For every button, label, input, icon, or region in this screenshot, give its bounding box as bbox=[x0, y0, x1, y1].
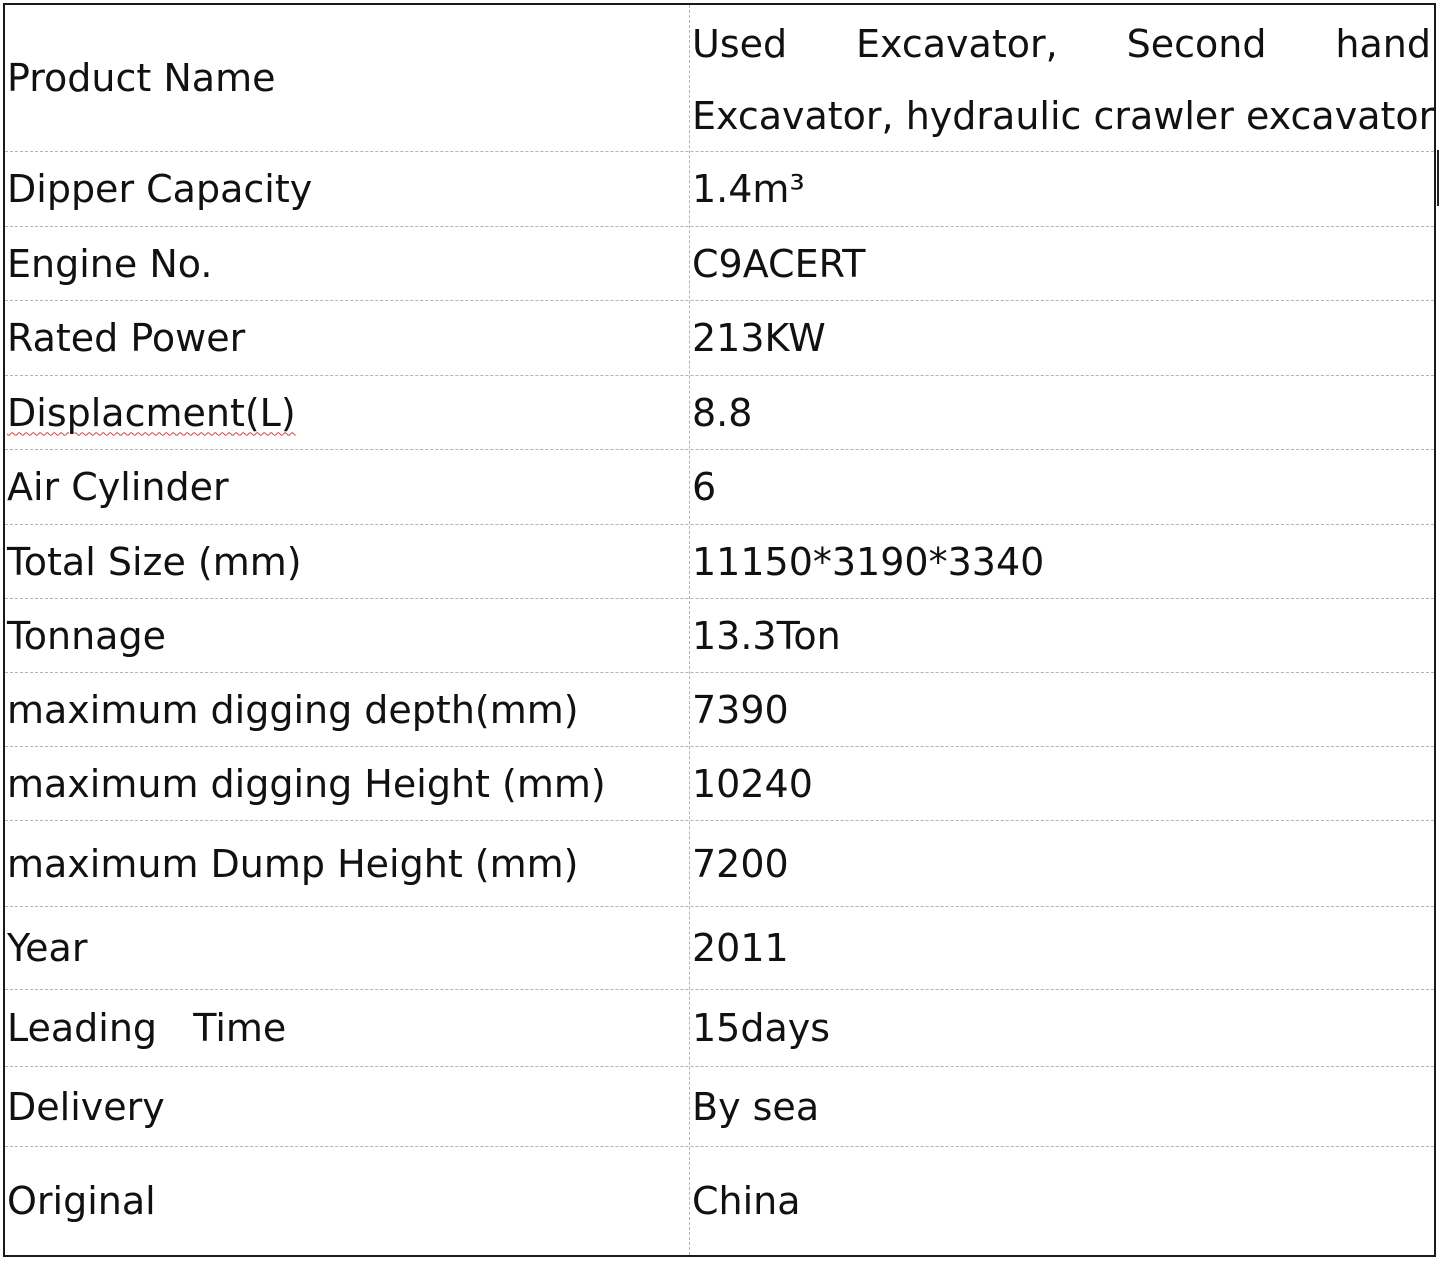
table-row: Engine No. C9ACERT bbox=[5, 227, 1434, 301]
table-row: Displacment(L) 8.8 bbox=[5, 376, 1434, 450]
row-value: 1.4m³ bbox=[692, 167, 805, 211]
row-value: 7390 bbox=[692, 687, 789, 732]
row-label: Delivery bbox=[7, 1084, 165, 1129]
row-label: Original bbox=[7, 1179, 156, 1223]
row-value: 2011 bbox=[692, 926, 789, 970]
table-row-product-name: Product Name Used Excavator, Second hand… bbox=[5, 5, 1434, 152]
row-label: Rated Power bbox=[7, 316, 246, 360]
row-value: China bbox=[692, 1179, 801, 1223]
row-value: By sea bbox=[692, 1084, 820, 1129]
table-row: Total Size (mm) 11150*3190*3340 bbox=[5, 525, 1434, 599]
row-label: Dipper Capacity bbox=[7, 167, 313, 211]
table-row: Delivery By sea bbox=[5, 1067, 1434, 1147]
table-row: Rated Power 213KW bbox=[5, 301, 1434, 376]
product-name-line-1: Used Excavator, Second hand bbox=[692, 21, 1431, 66]
row-label: maximum digging depth(mm) bbox=[7, 687, 579, 732]
table-row: Original China bbox=[5, 1147, 1434, 1255]
row-label: Leading Time bbox=[7, 1006, 287, 1050]
row-value: 11150*3190*3340 bbox=[692, 539, 1045, 584]
row-label: Air Cylinder bbox=[7, 465, 229, 509]
table-row: Year 2011 bbox=[5, 907, 1434, 990]
table-row: maximum digging Height (mm) 10240 bbox=[5, 747, 1434, 821]
table-row: Leading Time 15days bbox=[5, 990, 1434, 1067]
table-row: Air Cylinder 6 bbox=[5, 450, 1434, 525]
row-value: 13.3Ton bbox=[692, 613, 841, 658]
row-label: Engine No. bbox=[7, 241, 213, 286]
row-value: 15days bbox=[692, 1006, 831, 1050]
row-value: 8.8 bbox=[692, 390, 753, 435]
row-label: Year bbox=[7, 926, 88, 970]
row-value: 213KW bbox=[692, 316, 826, 360]
row-value: 6 bbox=[692, 465, 717, 509]
spec-table: Product Name Used Excavator, Second hand… bbox=[3, 3, 1436, 1257]
row-value: 7200 bbox=[692, 841, 789, 886]
row-label: maximum digging Height (mm) bbox=[7, 761, 606, 806]
row-label: maximum Dump Height (mm) bbox=[7, 841, 579, 886]
row-value: C9ACERT bbox=[692, 241, 866, 286]
text-cursor-mark bbox=[1437, 150, 1439, 206]
row-value: Used Excavator, Second hand Excavator, h… bbox=[691, 5, 1434, 151]
spellcheck-underlined-text: Displacment(L) bbox=[7, 390, 296, 435]
row-label: Total Size (mm) bbox=[7, 539, 302, 584]
row-label: Product Name bbox=[7, 56, 276, 100]
product-name-line-2: Excavator, hydraulic crawler excavator bbox=[692, 93, 1435, 138]
table-row: maximum Dump Height (mm) 7200 bbox=[5, 821, 1434, 907]
row-label: Displacment(L) bbox=[5, 376, 689, 449]
table-row: Dipper Capacity 1.4m³ bbox=[5, 152, 1434, 227]
table-row: maximum digging depth(mm) 7390 bbox=[5, 673, 1434, 747]
row-value: 10240 bbox=[692, 761, 813, 806]
row-label: Tonnage bbox=[7, 613, 166, 658]
table-row: Tonnage 13.3Ton bbox=[5, 599, 1434, 673]
